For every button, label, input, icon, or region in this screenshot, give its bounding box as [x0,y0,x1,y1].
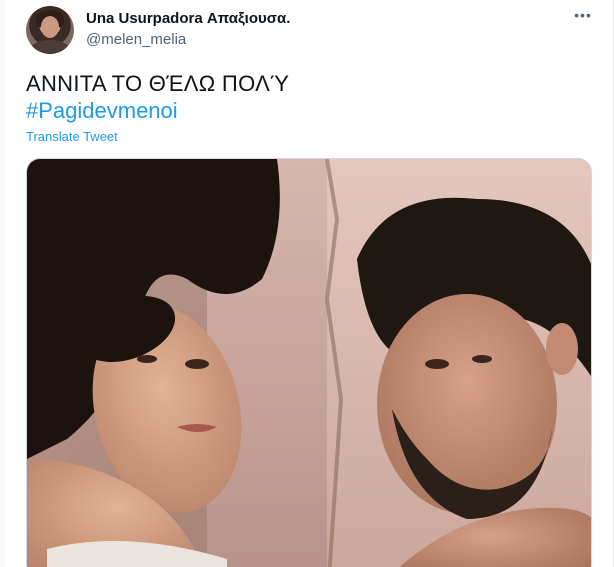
tweet-media-image[interactable] [26,158,592,567]
translate-tweet-link[interactable]: Translate Tweet [26,129,118,144]
more-icon[interactable]: ••• [572,7,594,27]
tweet-text: ΑΝΝΙΤΑ ΤΟ ΘΈΛΩ ΠΟΛΎ [26,71,290,96]
photo-couple-in-bed [27,159,591,567]
avatar[interactable] [26,6,74,54]
hashtag-link[interactable]: #Pagidevmenoi [26,98,178,123]
display-name[interactable]: Una Usurpadora Απαξιουσα. [86,10,290,27]
user-handle[interactable]: @melen_melia [86,31,186,48]
timeline-edge [0,0,6,567]
tweet-card: Una Usurpadora Απαξιουσα. @melen_melia •… [0,0,614,567]
